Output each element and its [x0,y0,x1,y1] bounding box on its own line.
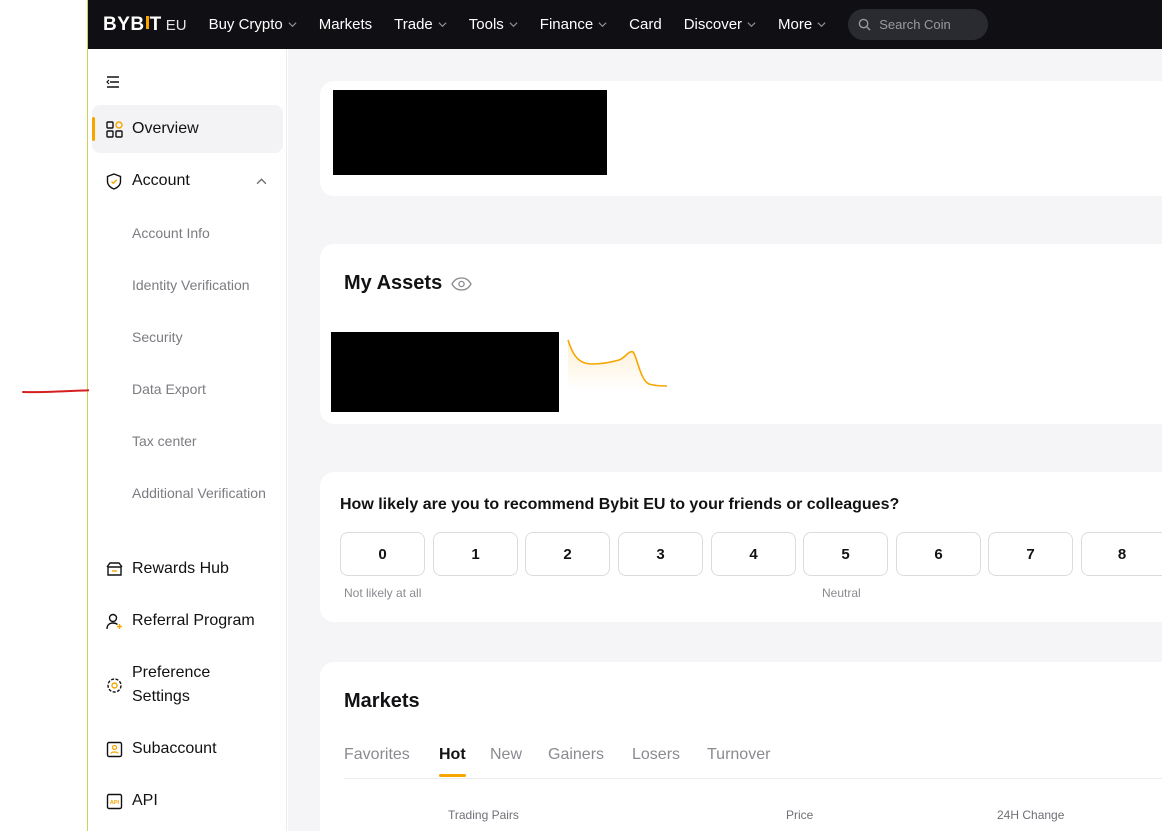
search-coin-input[interactable]: Search Coin [848,9,989,40]
screen: BYB T EU Buy Crypto Markets Trade Tools … [0,0,1162,831]
tab-new[interactable]: New [490,746,522,764]
shield-icon [105,172,123,190]
collapse-menu-icon[interactable] [106,75,120,89]
nav-more[interactable]: More [778,16,826,33]
redacted-profile-info [333,90,607,175]
nav-discover[interactable]: Discover [684,16,756,33]
sidebar-item-subaccount[interactable]: Subaccount [92,737,283,761]
chevron-down-icon [288,22,297,28]
sidebar-sub-account-info[interactable]: Account Info [132,221,210,245]
sidebar: Overview Account Account Info Identity V… [89,49,287,831]
nav-finance[interactable]: Finance [540,16,607,33]
sidebar-item-api[interactable]: API API [92,789,283,813]
logo-right: T [149,13,162,35]
gear-icon [105,676,123,694]
nps-score-7[interactable]: 7 [988,532,1073,576]
chevron-up-icon[interactable] [256,176,267,187]
sidebar-item-label: Referral Program [132,612,255,629]
left-gutter [0,0,88,831]
search-icon [858,18,871,31]
active-tab-indicator [439,774,466,777]
sidebar-item-label: Subaccount [132,740,217,757]
nps-score-1[interactable]: 1 [433,532,518,576]
markets-title: Markets [344,690,420,712]
tab-favorites[interactable]: Favorites [344,746,410,764]
tab-gainers[interactable]: Gainers [548,746,604,764]
sidebar-item-label: Account [132,172,190,189]
nps-score-8[interactable]: 8 [1081,532,1162,576]
nps-survey-card: How likely are you to recommend Bybit EU… [320,472,1162,622]
top-navigation: BYB T EU Buy Crypto Markets Trade Tools … [88,0,1162,49]
api-icon: API [105,792,123,810]
column-header-price[interactable]: Price [786,808,813,822]
column-header-trading-pairs[interactable]: Trading Pairs [448,808,519,822]
nps-score-0[interactable]: 0 [340,532,425,576]
overview-grid-icon [105,120,123,138]
logo-left: BYB [103,13,145,35]
nps-score-2[interactable]: 2 [525,532,610,576]
nav-markets[interactable]: Markets [319,16,372,33]
nps-question: How likely are you to recommend Bybit EU… [340,496,900,513]
nav-buy-crypto[interactable]: Buy Crypto [209,16,297,33]
redacted-asset-balance [331,332,559,412]
nps-score-4[interactable]: 4 [711,532,796,576]
api-badge-text: API [109,800,119,806]
nav-trade[interactable]: Trade [394,16,447,33]
my-assets-card: My Assets [320,244,1162,424]
sidebar-sub-identity-verification[interactable]: Identity Verification [132,273,250,297]
chevron-down-icon [509,22,518,28]
sidebar-item-account[interactable]: Account [92,169,283,193]
my-assets-title: My Assets [344,272,472,295]
nps-score-3[interactable]: 3 [618,532,703,576]
nps-score-5[interactable]: 5 [803,532,888,576]
nav-tools[interactable]: Tools [469,16,518,33]
sidebar-sub-data-export[interactable]: Data Export [132,377,206,401]
sidebar-sub-tax-center[interactable]: Tax center [132,429,197,453]
sidebar-item-preference-settings[interactable]: Preference Settings [92,661,283,709]
chevron-down-icon [598,22,607,28]
sidebar-item-overview[interactable]: Overview [92,105,283,153]
tab-turnover[interactable]: Turnover [707,746,770,764]
chevron-down-icon [438,22,447,28]
tab-losers[interactable]: Losers [632,746,680,764]
asset-trend-sparkline [567,339,668,390]
column-header-24h-change[interactable]: 24H Change [997,808,1064,822]
nps-label-low: Not likely at all [344,586,422,600]
bybit-logo[interactable]: BYB T EU [103,14,187,36]
sidebar-item-label: API [132,792,158,809]
subaccount-icon [105,740,123,758]
tab-hot[interactable]: Hot [439,746,466,764]
logo-region: EU [165,16,187,34]
sidebar-item-rewards-hub[interactable]: Rewards Hub [92,557,283,581]
sidebar-item-label: Overview [132,120,199,137]
nps-score-6[interactable]: 6 [896,532,981,576]
sidebar-sub-additional-verification[interactable]: Additional Verification [132,481,272,505]
markets-card: Markets Favorites Hot New Gainers Losers… [320,662,1162,831]
sidebar-sub-security[interactable]: Security [132,325,183,349]
sidebar-item-label: Rewards Hub [132,560,229,577]
tabs-divider [344,778,1162,779]
chevron-down-icon [817,22,826,28]
search-placeholder: Search Coin [879,17,951,32]
sidebar-item-referral-program[interactable]: Referral Program [92,609,283,633]
logo-accent-bar [145,15,149,29]
main-content: My Assets How likely are you to recommen… [288,49,1162,831]
gift-box-icon [105,560,123,578]
chevron-down-icon [747,22,756,28]
sidebar-item-label: Preference Settings [132,664,211,705]
nps-label-neutral: Neutral [822,586,861,600]
profile-card [320,81,1162,196]
eye-icon[interactable] [451,276,472,291]
nav-card[interactable]: Card [629,16,662,33]
user-plus-icon [105,612,123,630]
